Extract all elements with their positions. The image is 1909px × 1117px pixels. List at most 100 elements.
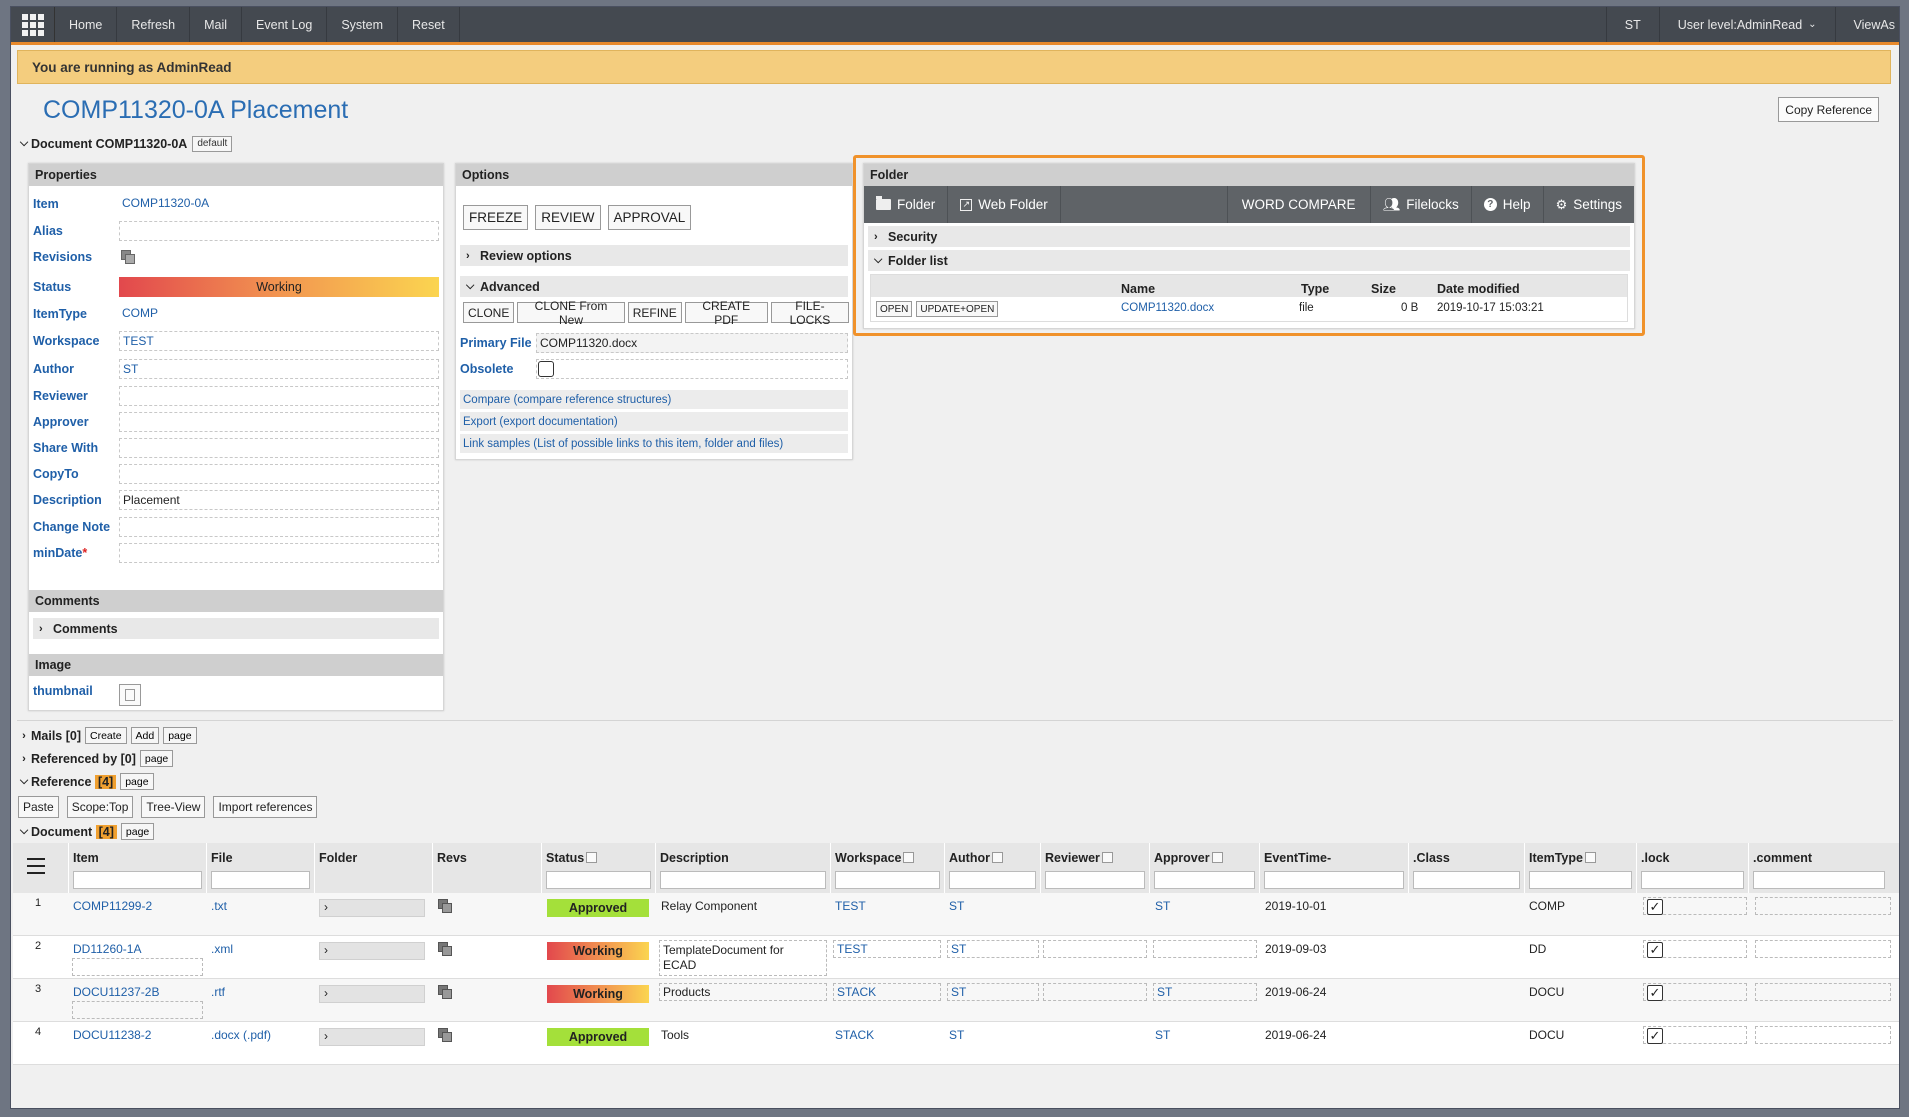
row-author[interactable]: ST [951,942,966,956]
comment-field[interactable] [1755,1026,1891,1044]
nav-refresh[interactable]: Refresh [117,7,191,42]
status-badge[interactable]: Working [119,277,439,297]
nav-home[interactable]: Home [55,7,118,42]
row-author[interactable]: ST [951,985,966,999]
security-toggle[interactable]: › Security [868,226,1630,247]
row-workspace[interactable]: STACK [837,985,876,999]
row-reviewer-field[interactable] [1043,940,1147,958]
file-locks-button[interactable]: FILE-LOCKS [770,299,849,327]
open-file-button[interactable]: OPEN [876,301,913,317]
review-options-toggle[interactable]: › Review options [460,245,848,266]
row-author[interactable]: ST [949,899,964,913]
column-menu[interactable] [13,843,69,893]
row-item-link[interactable]: DOCU11237-2B [73,985,159,999]
document-section-header[interactable]: ⌵ Document COMP11320-0A default [17,134,233,153]
row-file-link[interactable]: .rtf [211,985,225,999]
approver-field[interactable] [119,412,439,432]
freeze-button[interactable]: FREEZE [463,205,529,230]
word-compare-button[interactable]: WORD COMPARE [1228,186,1371,223]
workspace-filter-toggle[interactable] [903,852,915,863]
status-badge[interactable]: Approved [547,899,649,917]
row-file-link[interactable]: .txt [211,899,227,913]
row-author[interactable]: ST [949,1028,964,1042]
approver-filter-toggle[interactable] [1211,852,1223,863]
revisions-icon[interactable] [438,1028,452,1045]
scope-top-button[interactable]: Scope:Top [66,796,134,818]
approval-button[interactable]: APPROVAL [607,205,692,230]
filter-author[interactable] [949,871,1036,889]
export-link[interactable]: Export (export documentation) [460,412,848,431]
status-filter-toggle[interactable] [586,852,598,863]
settings-button[interactable]: ⚙ Settings [1544,186,1634,223]
filter-class[interactable] [1413,871,1520,889]
paste-button[interactable]: Paste [18,796,59,818]
link-samples-link[interactable]: Link samples (List of possible links to … [460,434,848,453]
lock-checkbox[interactable]: ✓ [1647,1028,1663,1044]
advanced-toggle[interactable]: ⌵ Advanced [460,276,848,297]
update-open-button[interactable]: UPDATE+OPEN [916,301,999,317]
filter-workspace[interactable] [835,871,940,889]
default-tag[interactable]: default [192,135,233,152]
row-folder-expander[interactable]: › [319,985,425,1003]
import-references-button[interactable]: Import references [213,796,318,818]
lock-checkbox[interactable]: ✓ [1647,899,1663,915]
copy-reference-button[interactable]: Copy Reference [1778,97,1879,122]
workspace-field[interactable]: TEST [119,331,439,351]
create-pdf-button[interactable]: CREATE PDF [684,299,768,327]
mindate-field[interactable] [119,543,439,563]
row-approver[interactable]: ST [1155,1028,1170,1042]
reviewer-filter-toggle[interactable] [1101,852,1113,863]
item-link[interactable]: COMP11320-0A [119,194,439,214]
filter-status[interactable] [546,871,651,889]
mails-section-header[interactable]: › Mails [0] Create Add page [17,726,197,745]
nav-mail[interactable]: Mail [190,7,243,42]
share-with-field[interactable] [119,438,439,458]
row-reviewer-field[interactable] [1043,983,1147,1001]
row-item-link[interactable]: DOCU11238-2 [73,1028,151,1042]
folder-list-toggle[interactable]: ⌵ Folder list [868,250,1630,271]
description-field[interactable]: Placement [119,490,439,510]
primary-file-field[interactable]: COMP11320.docx [536,333,848,353]
mail-create-button[interactable]: Create [85,727,127,744]
compare-link[interactable]: Compare (compare reference structures) [460,390,848,409]
change-note-field[interactable] [119,517,439,537]
copyto-field[interactable] [119,464,439,484]
review-button[interactable]: REVIEW [535,205,601,230]
refine-button[interactable]: REFINE [627,302,682,323]
filter-approver[interactable] [1154,871,1255,889]
filelocks-button[interactable]: 👥︎ Filelocks [1371,186,1472,223]
row-item-link[interactable]: COMP11299-2 [73,899,152,913]
document-list-header[interactable]: ⌵ Document [4] page [17,822,155,841]
file-name-link[interactable]: COMP11320.docx [1121,302,1214,314]
lock-checkbox[interactable]: ✓ [1647,985,1663,1001]
referenced-by-section-header[interactable]: › Referenced by [0] page [17,749,174,768]
row-description-field[interactable]: TemplateDocument for ECAD [659,940,827,976]
revisions-icon[interactable] [438,899,452,916]
revisions-icon[interactable] [121,250,135,264]
nav-system[interactable]: System [327,7,399,42]
row-workspace[interactable]: TEST [835,899,866,913]
mail-page-button[interactable]: page [163,727,197,744]
filter-description[interactable] [660,871,826,889]
revisions-icon[interactable] [438,985,452,1002]
filter-lock[interactable] [1641,871,1744,889]
itemtype-filter-toggle[interactable] [1584,852,1596,863]
lock-checkbox[interactable]: ✓ [1647,942,1663,958]
web-folder-button[interactable]: ↗ Web Folder [948,186,1061,223]
reference-page-button[interactable]: page [120,773,154,790]
comments-toggle[interactable]: › Comments [33,618,439,639]
row-approver[interactable]: ST [1155,899,1170,913]
row-folder-expander[interactable]: › [319,899,425,917]
row-workspace[interactable]: TEST [837,942,868,956]
filter-itemtype[interactable] [1529,871,1632,889]
row-folder-expander[interactable]: › [319,942,425,960]
help-button[interactable]: ? Help [1472,186,1544,223]
row-approver-field[interactable] [1153,940,1257,958]
revisions-icon[interactable] [438,942,452,959]
row-folder-expander[interactable]: › [319,1028,425,1046]
row-alias-field[interactable] [72,1001,203,1019]
comment-field[interactable] [1755,940,1891,958]
clone-button[interactable]: CLONE [463,302,515,323]
row-file-link[interactable]: .xml [211,942,233,956]
user-name[interactable]: ST [1605,7,1659,42]
